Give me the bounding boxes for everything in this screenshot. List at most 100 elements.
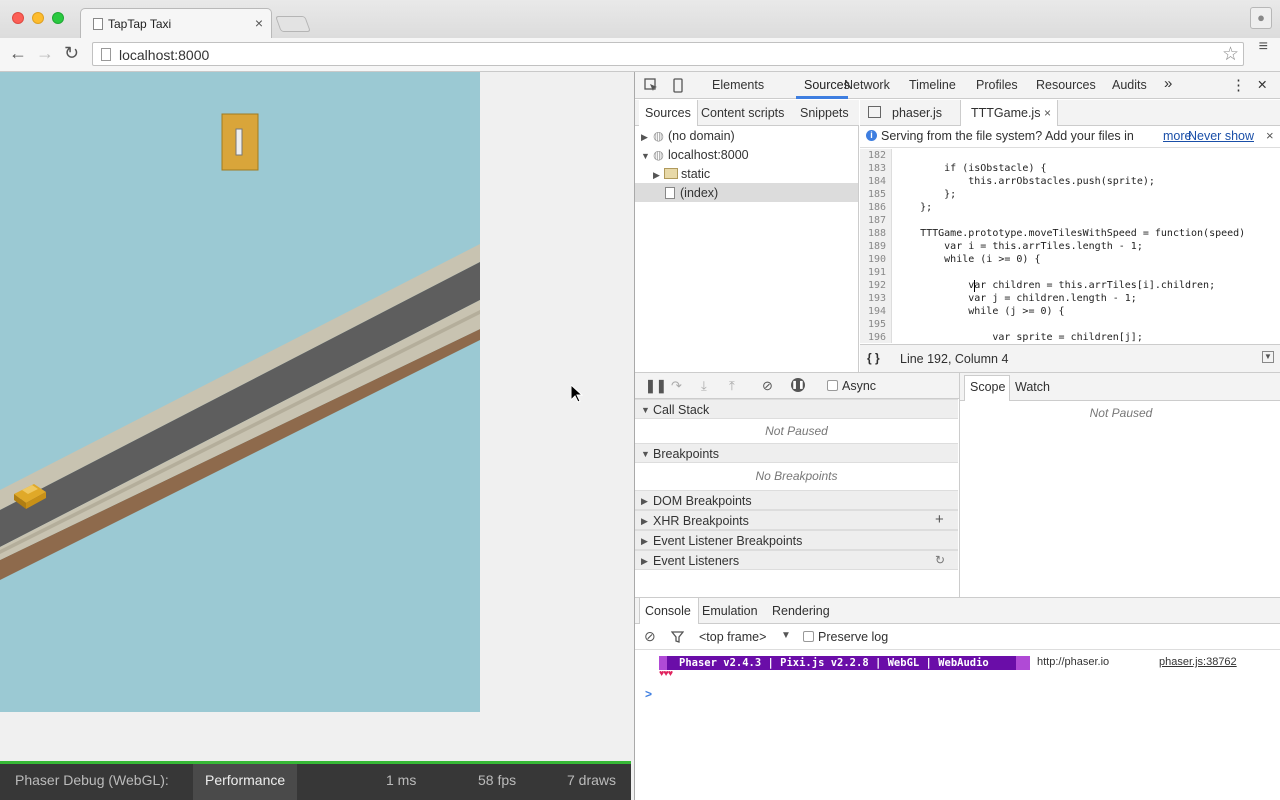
editor-tab-phaser[interactable]: phaser.js	[892, 106, 942, 120]
tab-emulation[interactable]: Emulation	[702, 604, 758, 618]
more-tabs-icon[interactable]: »	[1164, 75, 1172, 92]
tab-close-icon[interactable]: ×	[255, 15, 263, 31]
step-out-icon[interactable]: ⤒	[729, 378, 735, 394]
debug-label: Phaser Debug (WebGL):	[15, 772, 169, 788]
toggle-navigator-icon[interactable]	[868, 106, 881, 118]
line-number: 183	[867, 163, 886, 174]
console-toolbar: ⊘ <top frame> ▼ Preserve log	[635, 624, 1280, 650]
phaser-url[interactable]: http://phaser.io	[1037, 656, 1109, 668]
phaser-banner: Phaser v2.4.3 | Pixi.js v2.2.8 | WebGL |…	[659, 656, 1030, 670]
tab-profiles[interactable]: Profiles	[976, 78, 1018, 92]
step-over-icon[interactable]: ↷	[671, 378, 682, 394]
preserve-log-label: Preserve log	[818, 630, 889, 644]
breakpoints-title: Breakpoints	[653, 447, 720, 461]
xhr-breakpoints-header[interactable]: ▶ XHR Breakpoints +	[635, 510, 958, 530]
cursor-position: Line 192, Column 4	[900, 352, 1009, 366]
hearts-text: ♥♥♥	[659, 668, 673, 678]
banner-stripe	[1016, 656, 1030, 670]
performance-tab[interactable]: Performance	[193, 764, 297, 800]
line-number: 196	[867, 332, 886, 343]
deactivate-breakpoints-icon[interactable]: ⊘	[762, 378, 773, 394]
tab-console[interactable]: Console	[645, 604, 691, 618]
expand-arrow-icon[interactable]: ▶	[653, 170, 660, 181]
code-area[interactable]: if (isObstacle) { this.arrObstacles.push…	[893, 149, 1280, 343]
tab-elements[interactable]: Elements	[712, 78, 764, 92]
tab-watch[interactable]: Watch	[1015, 380, 1050, 394]
breakpoints-header[interactable]: ▼ Breakpoints	[635, 443, 958, 463]
event-listener-breakpoints-header[interactable]: ▶ Event Listener Breakpoints	[635, 530, 958, 550]
code-line: var i = this.arrTiles.length - 1;	[896, 241, 1143, 252]
xhr-breakpoints-title: XHR Breakpoints	[653, 514, 749, 528]
chevron-down-icon[interactable]: ▼	[781, 630, 791, 641]
tab-rendering[interactable]: Rendering	[772, 604, 830, 618]
url-text[interactable]: localhost:8000	[119, 47, 209, 63]
checkbox-icon[interactable]	[803, 631, 814, 642]
tab-network[interactable]: Network	[844, 78, 890, 92]
preserve-log-checkbox[interactable]: Preserve log	[803, 630, 888, 644]
event-listeners-header[interactable]: ▶ Event Listeners ↻	[635, 550, 958, 570]
inspect-element-icon[interactable]	[644, 78, 658, 92]
page-icon	[93, 18, 103, 30]
game-canvas[interactable]	[0, 72, 480, 712]
nav-tab-sources[interactable]: Sources	[645, 106, 691, 120]
tree-item-static[interactable]: static	[681, 167, 710, 181]
tab-scope[interactable]: Scope	[970, 380, 1005, 394]
tab-resources[interactable]: Resources	[1036, 78, 1096, 92]
info-never-show-link[interactable]: Never show	[1188, 129, 1254, 143]
devtools-close-icon[interactable]: ✕	[1257, 77, 1267, 92]
expand-arrow-icon[interactable]: ▶	[641, 132, 648, 143]
pause-icon[interactable]: ❚❚	[645, 378, 667, 394]
add-xhr-breakpoint-icon[interactable]: +	[935, 511, 944, 528]
toggle-debugger-icon[interactable]: ▼	[1262, 351, 1274, 363]
source-link[interactable]: phaser.js:38762	[1159, 656, 1237, 668]
nav-tab-content-scripts[interactable]: Content scripts	[701, 106, 784, 120]
nav-tab-snippets[interactable]: Snippets	[800, 106, 849, 120]
minimize-window-button[interactable]	[32, 12, 44, 24]
call-stack-message: Not Paused	[765, 424, 828, 438]
devtools-menu-icon[interactable]: ⋮	[1231, 76, 1246, 94]
dom-breakpoints-header[interactable]: ▶ DOM Breakpoints	[635, 490, 958, 510]
frame-select[interactable]: <top frame>	[699, 630, 766, 644]
tab-sources[interactable]: Sources	[804, 78, 850, 92]
forward-icon[interactable]: →	[36, 43, 54, 64]
refresh-icon[interactable]: ↻	[935, 553, 945, 567]
scope-watch-pane: Scope Watch Not Paused	[959, 373, 1280, 598]
debug-draws: 7 draws	[567, 772, 617, 788]
call-stack-header[interactable]: ▼ Call Stack	[635, 399, 958, 419]
bookmark-star-icon[interactable]: ☆	[1222, 43, 1239, 66]
tab-title: TapTap Taxi	[108, 17, 172, 31]
new-tab-button[interactable]	[275, 16, 311, 32]
device-mode-icon[interactable]	[673, 78, 683, 93]
chrome-menu-icon[interactable]: ≡	[1259, 39, 1268, 55]
address-bar[interactable]: localhost:8000 ☆	[92, 42, 1244, 66]
call-stack-title: Call Stack	[653, 403, 710, 417]
pretty-print-icon[interactable]: { }	[867, 351, 880, 365]
zoom-window-button[interactable]	[52, 12, 64, 24]
tree-item-host[interactable]: localhost:8000	[668, 148, 749, 162]
async-checkbox[interactable]: Async	[827, 379, 876, 393]
close-file-icon[interactable]: ×	[1044, 106, 1051, 120]
close-window-button[interactable]	[12, 12, 24, 24]
phaser-version-text: Phaser v2.4.3 | Pixi.js v2.2.8 | WebGL |…	[679, 657, 989, 669]
step-into-icon[interactable]: ⤓	[701, 378, 707, 394]
pause-on-exceptions-icon[interactable]: ❚❚	[791, 378, 805, 392]
checkbox-icon[interactable]	[827, 380, 838, 391]
back-icon[interactable]: ←	[9, 43, 27, 64]
line-number: 185	[867, 189, 886, 200]
active-editor-tab[interactable]: TTTGame.js ×	[960, 100, 1058, 126]
tab-audits[interactable]: Audits	[1112, 78, 1147, 92]
collapse-arrow-icon[interactable]: ▼	[641, 151, 650, 161]
filter-icon[interactable]	[671, 631, 684, 643]
clear-console-icon[interactable]: ⊘	[644, 628, 656, 645]
browser-tab[interactable]: TapTap Taxi ×	[80, 8, 272, 38]
debug-ms: 1 ms	[386, 772, 417, 788]
file-system-infobar: i Serving from the file system? Add your…	[860, 126, 1280, 148]
reload-icon[interactable]: ↻	[64, 43, 79, 64]
infobar-close-icon[interactable]: ×	[1266, 128, 1274, 143]
tree-item-no-domain[interactable]: (no domain)	[668, 129, 735, 143]
tab-timeline[interactable]: Timeline	[909, 78, 956, 92]
profile-icon[interactable]: ●	[1250, 7, 1272, 29]
console-prompt-icon[interactable]: >	[645, 687, 652, 701]
code-line: var sprite = children[j];	[896, 332, 1143, 343]
tree-item-index[interactable]: (index)	[680, 186, 718, 200]
